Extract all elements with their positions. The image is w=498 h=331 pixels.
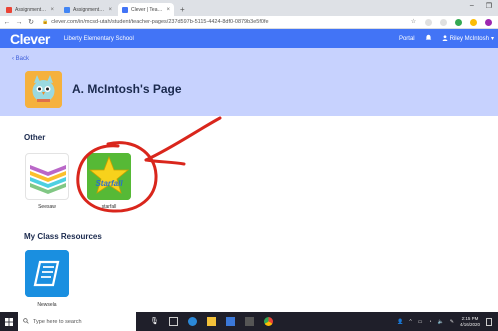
clock[interactable]: 2:15 PM 4/16/2020 (460, 316, 480, 328)
camera-icon[interactable] (245, 317, 254, 326)
battery-icon[interactable]: ▭ (418, 319, 423, 325)
chrome-icon[interactable] (264, 317, 273, 326)
microphone-icon[interactable]: 🎙 (150, 317, 159, 326)
red-annotation-circle-arrow (76, 116, 222, 213)
notifications-icon[interactable] (486, 317, 492, 326)
store-icon[interactable] (226, 317, 235, 326)
newsela-icon (25, 250, 69, 297)
people-icon[interactable]: 👤 (397, 319, 403, 325)
chevron-up-icon[interactable]: ^ (409, 319, 411, 325)
pen-icon[interactable]: ✎ (450, 319, 454, 325)
clock-time: 2:15 PM (461, 315, 479, 321)
search-placeholder: Type here to search (33, 318, 82, 325)
task-view-icon[interactable] (169, 317, 178, 326)
app-label-newsela[interactable]: Newsela (25, 302, 69, 308)
windows-start-icon[interactable] (0, 317, 18, 326)
volume-icon[interactable]: 🔈 (438, 319, 444, 325)
edge-browser-icon[interactable] (188, 317, 197, 326)
app-tile-newsela[interactable] (25, 250, 69, 297)
file-explorer-icon[interactable] (207, 317, 216, 326)
search-icon (23, 317, 29, 326)
clock-date: 4/16/2020 (459, 321, 480, 327)
taskbar-apps: 🎙 (150, 317, 273, 326)
system-tray: 👤 ^ ▭ ◔ 🔈 ✎ 2:15 PM 4/16/2020 (397, 312, 492, 331)
taskbar-search-input[interactable]: Type here to search (18, 312, 136, 331)
section-title-my-class-resources: My Class Resources (24, 232, 102, 241)
windows-taskbar: Type here to search 🎙 👤 ^ ▭ ◔ 🔈 ✎ 2:15 P… (0, 312, 498, 331)
network-icon[interactable]: ◔ (429, 319, 432, 325)
